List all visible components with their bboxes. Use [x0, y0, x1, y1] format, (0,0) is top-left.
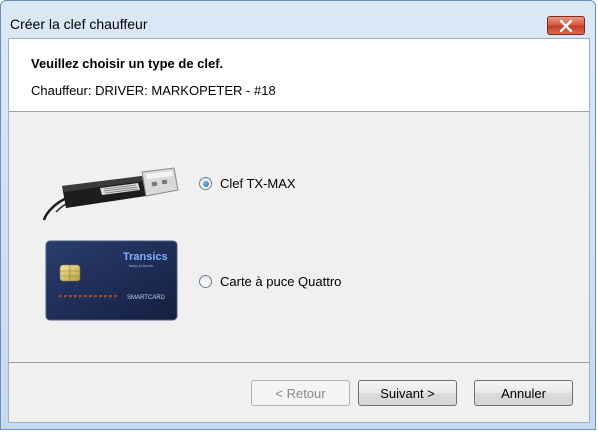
- driver-label: Chauffeur: DRIVER: MARKOPETER - #18: [31, 83, 276, 98]
- option-quattro[interactable]: Carte à puce Quattro: [199, 274, 341, 289]
- card-tagline-text: keep in touch: [129, 263, 153, 268]
- radio-quattro[interactable]: [199, 275, 212, 288]
- wizard-header: Veuillez choisir un type de clef. Chauff…: [9, 39, 589, 111]
- close-button[interactable]: [547, 16, 585, 35]
- dialog-client-area: Veuillez choisir un type de clef. Chauff…: [8, 38, 590, 423]
- close-icon: [559, 19, 573, 32]
- back-button[interactable]: < Retour: [251, 380, 350, 406]
- title-bar[interactable]: Créer la clef chauffeur: [1, 1, 597, 37]
- next-button[interactable]: Suivant >: [358, 380, 457, 406]
- cancel-button[interactable]: Annuler: [474, 380, 573, 406]
- footer-separator: [9, 362, 589, 363]
- dialog-window: Créer la clef chauffeur Veuillez choisir…: [0, 0, 596, 430]
- window-title: Créer la clef chauffeur: [10, 16, 148, 32]
- option-quattro-label[interactable]: Carte à puce Quattro: [220, 274, 341, 289]
- smartcard-image: Transics keep in touch SMARTCARD: [45, 240, 179, 322]
- option-tx-max-label[interactable]: Clef TX-MAX: [220, 176, 296, 191]
- option-tx-max[interactable]: Clef TX-MAX: [199, 176, 296, 191]
- header-separator: [9, 111, 589, 112]
- card-brand-text: Transics: [123, 251, 168, 263]
- radio-tx-max[interactable]: [199, 177, 212, 190]
- usb-key-image: [42, 156, 180, 222]
- page-title: Veuillez choisir un type de clef.: [31, 56, 224, 71]
- card-type-text: SMARTCARD: [127, 295, 166, 301]
